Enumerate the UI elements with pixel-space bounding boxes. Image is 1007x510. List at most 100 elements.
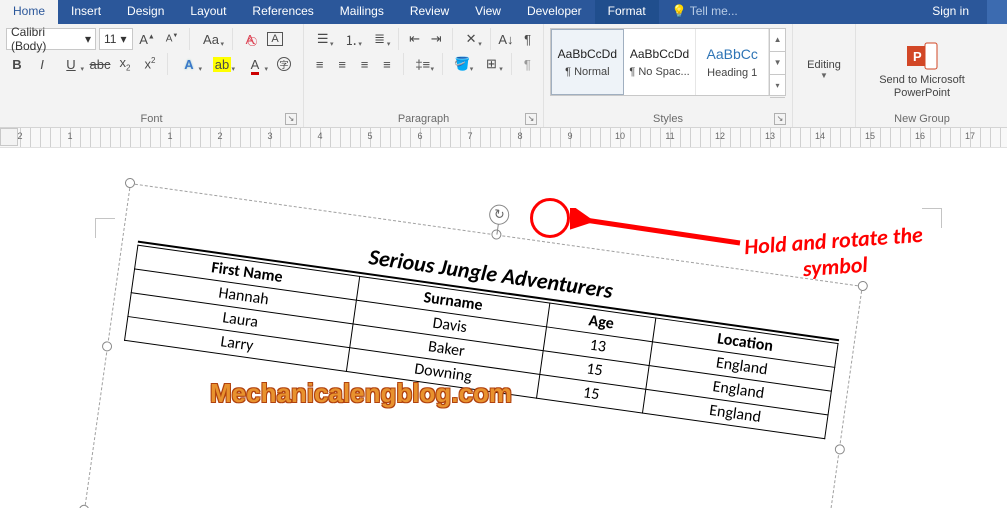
ruler-tick: 14 [815,131,825,141]
clear-formatting-icon[interactable]: A⃠ [239,28,261,50]
tab-view[interactable]: View [462,0,514,24]
document-canvas[interactable]: Serious Jungle Adventurers First NameSur… [0,148,1007,508]
styles-dialog-launcher-icon[interactable]: ↘ [774,113,786,125]
annotation-circle [530,198,570,238]
ruler-tick: 16 [915,131,925,141]
align-left-icon[interactable]: ≡ [310,53,329,75]
tab-insert[interactable]: Insert [58,0,114,24]
resize-handle[interactable] [857,280,868,291]
page-corner-mark [95,218,115,238]
ruler-tick: 6 [417,131,422,141]
increase-indent-icon[interactable]: ⇥ [427,28,446,50]
ruler-tick: 1 [67,131,72,141]
tab-review[interactable]: Review [397,0,462,24]
tab-developer[interactable]: Developer [514,0,595,24]
tab-layout[interactable]: Layout [177,0,239,24]
subscript-icon[interactable]: x2 [114,53,136,75]
editing-dropdown[interactable]: Editing ▼ [799,36,849,104]
gallery-scroll[interactable]: ▲ ▼ ▾ [769,29,785,95]
style-no-spacing[interactable]: AaBbCcDd ¶ No Spac... [624,29,697,95]
rotate-handle-icon[interactable]: ↻ [488,203,511,226]
increase-font-icon[interactable]: A▲ [136,28,158,50]
sign-in-button[interactable]: Sign in [914,0,987,24]
group-new-label: New Group [862,111,982,125]
tab-design[interactable]: Design [114,0,177,24]
ruler-tick: 5 [367,131,372,141]
show-hide-icon[interactable]: ¶ [518,28,537,50]
ruler-tick: 9 [567,131,572,141]
group-font: Calibri (Body)▾ 11▾ A▲ A▼ Aa▾ A⃠ A B I U… [0,24,304,127]
tab-home[interactable]: Home [0,0,58,24]
highlight-icon[interactable]: ab▾ [207,53,237,75]
ruler-tick: 13 [765,131,775,141]
justify-icon[interactable]: ≡ [377,53,396,75]
paragraph-marks-icon[interactable]: ¶ [518,53,537,75]
style-preview: AaBbCc [707,46,758,62]
font-name-combo[interactable]: Calibri (Body)▾ [6,28,96,50]
italic-icon[interactable]: I [31,53,53,75]
send-to-powerpoint-button[interactable]: P Send to Microsoft PowerPoint [862,36,982,104]
text-effects-icon[interactable]: A▾ [174,53,204,75]
decrease-indent-icon[interactable]: ⇤ [405,28,424,50]
font-name-value: Calibri (Body) [11,25,81,53]
style-normal[interactable]: AaBbCcDd ¶ Normal [551,29,624,95]
font-color-icon[interactable]: A▾ [240,53,270,75]
ruler-scale: 21123456789101112131415161718 [20,128,1007,148]
align-center-icon[interactable]: ≡ [332,53,351,75]
underline-icon[interactable]: U▾ [56,53,86,75]
ruler-tick: 8 [517,131,522,141]
multilevel-list-icon[interactable]: ≣▾ [367,28,392,50]
ribbon: Calibri (Body)▾ 11▾ A▲ A▼ Aa▾ A⃠ A B I U… [0,24,1007,128]
asian-layout-icon[interactable]: ✕▾ [458,28,483,50]
borders-icon[interactable]: ⊞▾ [478,53,504,75]
style-preview: AaBbCcDd [558,47,617,61]
styles-gallery[interactable]: AaBbCcDd ¶ Normal AaBbCcDd ¶ No Spac... … [550,28,786,96]
ribbon-tabbar: Home Insert Design Layout References Mai… [0,0,1007,24]
ruler-tick: 3 [267,131,272,141]
style-name: Heading 1 [707,67,757,79]
ruler-tick: 2 [17,131,22,141]
font-dialog-launcher-icon[interactable]: ↘ [285,113,297,125]
horizontal-ruler[interactable]: 21123456789101112131415161718 [0,128,1007,148]
tab-format[interactable]: Format [595,0,659,24]
enclose-characters-icon[interactable]: 字 [273,53,295,75]
align-right-icon[interactable]: ≡ [355,53,374,75]
editing-label: Editing [807,59,841,72]
ruler-tick: 2 [217,131,222,141]
character-border-icon[interactable]: A [264,28,286,50]
tell-me-search[interactable]: 💡 Tell me... [659,0,751,24]
bold-icon[interactable]: B [6,53,28,75]
change-case-icon[interactable]: Aa▾ [196,28,226,50]
share-button[interactable] [987,0,1007,24]
gallery-up-icon[interactable]: ▲ [770,29,785,52]
group-font-label: Font ↘ [6,111,297,125]
gallery-down-icon[interactable]: ▼ [770,52,785,75]
decrease-font-icon[interactable]: A▼ [161,28,183,50]
ruler-tick: 10 [615,131,625,141]
gallery-more-icon[interactable]: ▾ [770,75,785,98]
tab-references[interactable]: References [239,0,326,24]
ruler-tick: 4 [317,131,322,141]
style-name: ¶ No Spac... [629,66,689,78]
tab-mailings[interactable]: Mailings [327,0,397,24]
style-heading-1[interactable]: AaBbCc Heading 1 [696,29,769,95]
bullets-icon[interactable]: ☰▾ [310,28,335,50]
watermark-text: Mechanicalengblog.com [210,378,512,409]
group-styles-label: Styles ↘ [550,111,786,125]
superscript-icon[interactable]: x2 [139,53,161,75]
font-size-combo[interactable]: 11▾ [99,28,133,50]
annotation-text: Hold and rotate the symbol [743,222,925,287]
resize-handle[interactable] [834,444,845,455]
paragraph-dialog-launcher-icon[interactable]: ↘ [525,113,537,125]
numbering-icon[interactable]: ⒈▾ [338,28,363,50]
selected-textbox[interactable]: Serious Jungle Adventurers First NameSur… [84,183,863,508]
tab-selector-icon[interactable] [0,128,18,146]
shading-icon[interactable]: 🪣▾ [449,53,475,75]
tell-me-label: Tell me... [690,4,738,18]
strikethrough-icon[interactable]: abc [89,53,111,75]
ruler-tick: 11 [665,131,674,141]
ruler-tick: 17 [965,131,975,141]
group-paragraph-label: Paragraph ↘ [310,111,537,125]
sort-icon[interactable]: A↓ [497,28,516,50]
line-spacing-icon[interactable]: ‡≡▾ [410,53,436,75]
